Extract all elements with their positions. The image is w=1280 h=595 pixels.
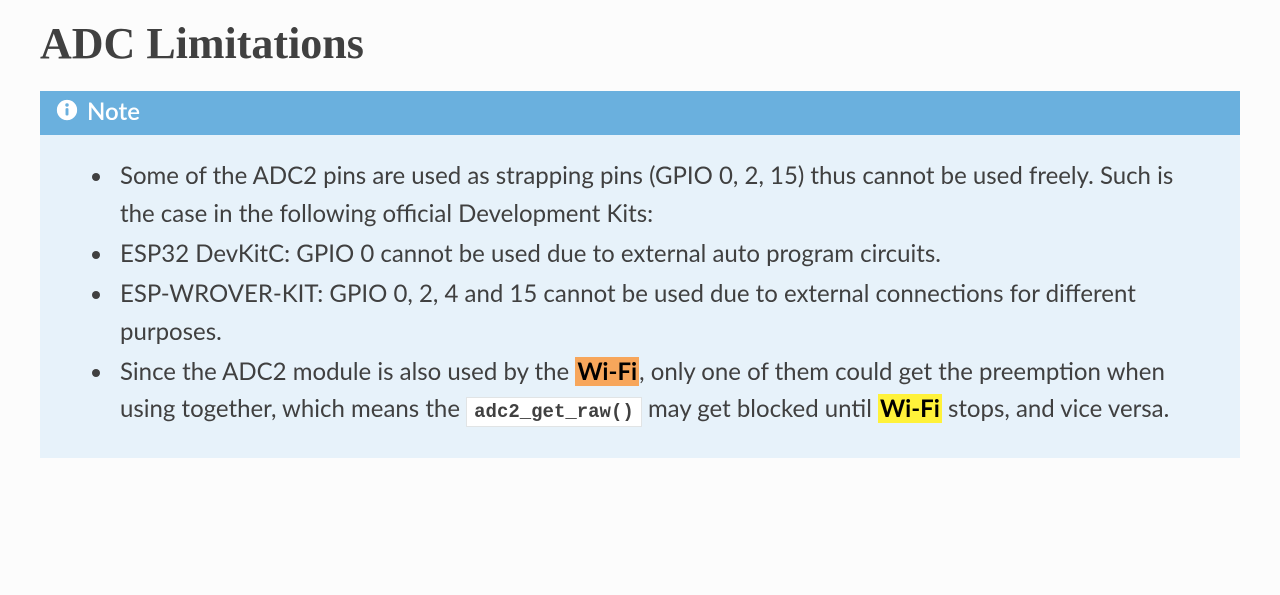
note-list: Some of the ADC2 pins are used as strapp… <box>88 157 1192 428</box>
doc-section: ADC Limitations Note Some of the ADC2 pi… <box>0 0 1280 498</box>
section-heading: ADC Limitations <box>40 18 1240 69</box>
text-fragment: may get blocked until <box>648 394 878 423</box>
highlight-wifi-orange: Wi-Fi <box>575 357 639 386</box>
note-admonition: Note Some of the ADC2 pins are used as s… <box>40 91 1240 458</box>
text-fragment: Since the ADC2 module is also used by th… <box>120 357 575 386</box>
info-icon <box>56 99 78 125</box>
list-item: Since the ADC2 module is also used by th… <box>114 353 1192 429</box>
code-adc2-get-raw: adc2_get_raw() <box>466 397 642 427</box>
note-title-bar: Note <box>40 91 1240 135</box>
text-fragment: stops, and vice versa. <box>942 394 1169 423</box>
list-item: ESP32 DevKitC: GPIO 0 cannot be used due… <box>114 235 1192 273</box>
highlight-wifi-yellow: Wi-Fi <box>878 394 942 423</box>
list-item: Some of the ADC2 pins are used as strapp… <box>114 157 1192 233</box>
note-title-text: Note <box>87 100 140 124</box>
list-item: ESP-WROVER-KIT: GPIO 0, 2, 4 and 15 cann… <box>114 275 1192 351</box>
